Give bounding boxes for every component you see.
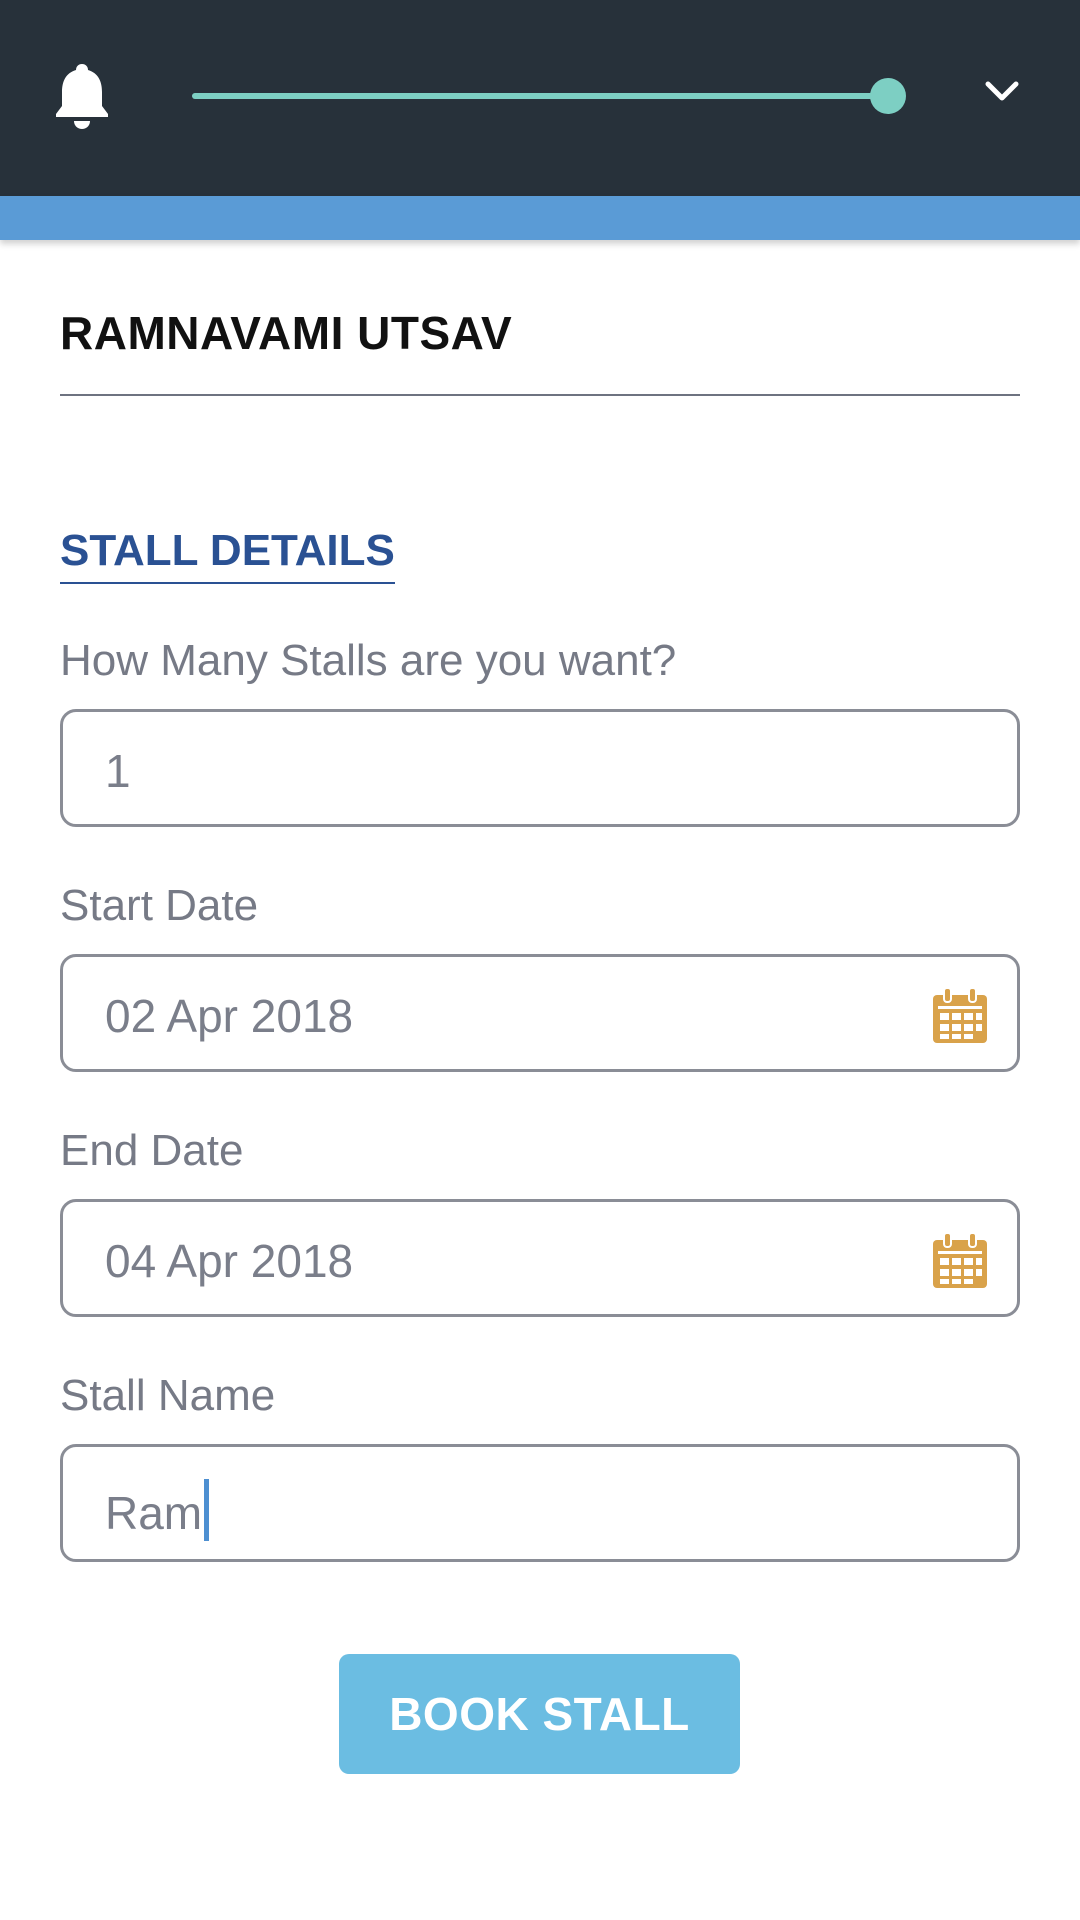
start-date-value: 02 Apr 2018 bbox=[105, 990, 354, 1042]
calendar-icon[interactable] bbox=[931, 987, 989, 1045]
stall-count-value: 1 bbox=[105, 745, 131, 797]
stall-count-input[interactable]: 1 bbox=[60, 709, 1020, 827]
progress-knob[interactable] bbox=[870, 78, 906, 114]
top-app-bar bbox=[0, 0, 1080, 196]
start-date-label: Start Date bbox=[60, 881, 259, 930]
progress-track[interactable] bbox=[192, 93, 888, 99]
title-divider bbox=[60, 394, 1020, 396]
accent-strip bbox=[0, 196, 1080, 240]
calendar-icon[interactable] bbox=[931, 1232, 989, 1290]
text-cursor bbox=[204, 1479, 210, 1541]
progress-fill bbox=[192, 93, 888, 99]
stall-name-text: Ram bbox=[105, 1487, 203, 1539]
stall-name-value: Ram bbox=[105, 1479, 210, 1541]
end-date-label: End Date bbox=[60, 1126, 244, 1175]
section-title: STALL DETAILS bbox=[60, 526, 395, 584]
end-date-input[interactable]: 04 Apr 2018 bbox=[60, 1199, 1020, 1317]
bell-icon[interactable] bbox=[52, 62, 112, 130]
book-stall-button[interactable]: BOOK STALL bbox=[339, 1654, 740, 1774]
stall-count-label: How Many Stalls are you want? bbox=[60, 636, 677, 685]
chevron-down-icon[interactable] bbox=[982, 76, 1022, 106]
start-date-input[interactable]: 02 Apr 2018 bbox=[60, 954, 1020, 1072]
event-title: RAMNAVAMI UTSAV bbox=[60, 307, 513, 359]
stall-name-input[interactable]: Ram bbox=[60, 1444, 1020, 1562]
stall-name-label: Stall Name bbox=[60, 1371, 276, 1420]
end-date-value: 04 Apr 2018 bbox=[105, 1235, 354, 1287]
